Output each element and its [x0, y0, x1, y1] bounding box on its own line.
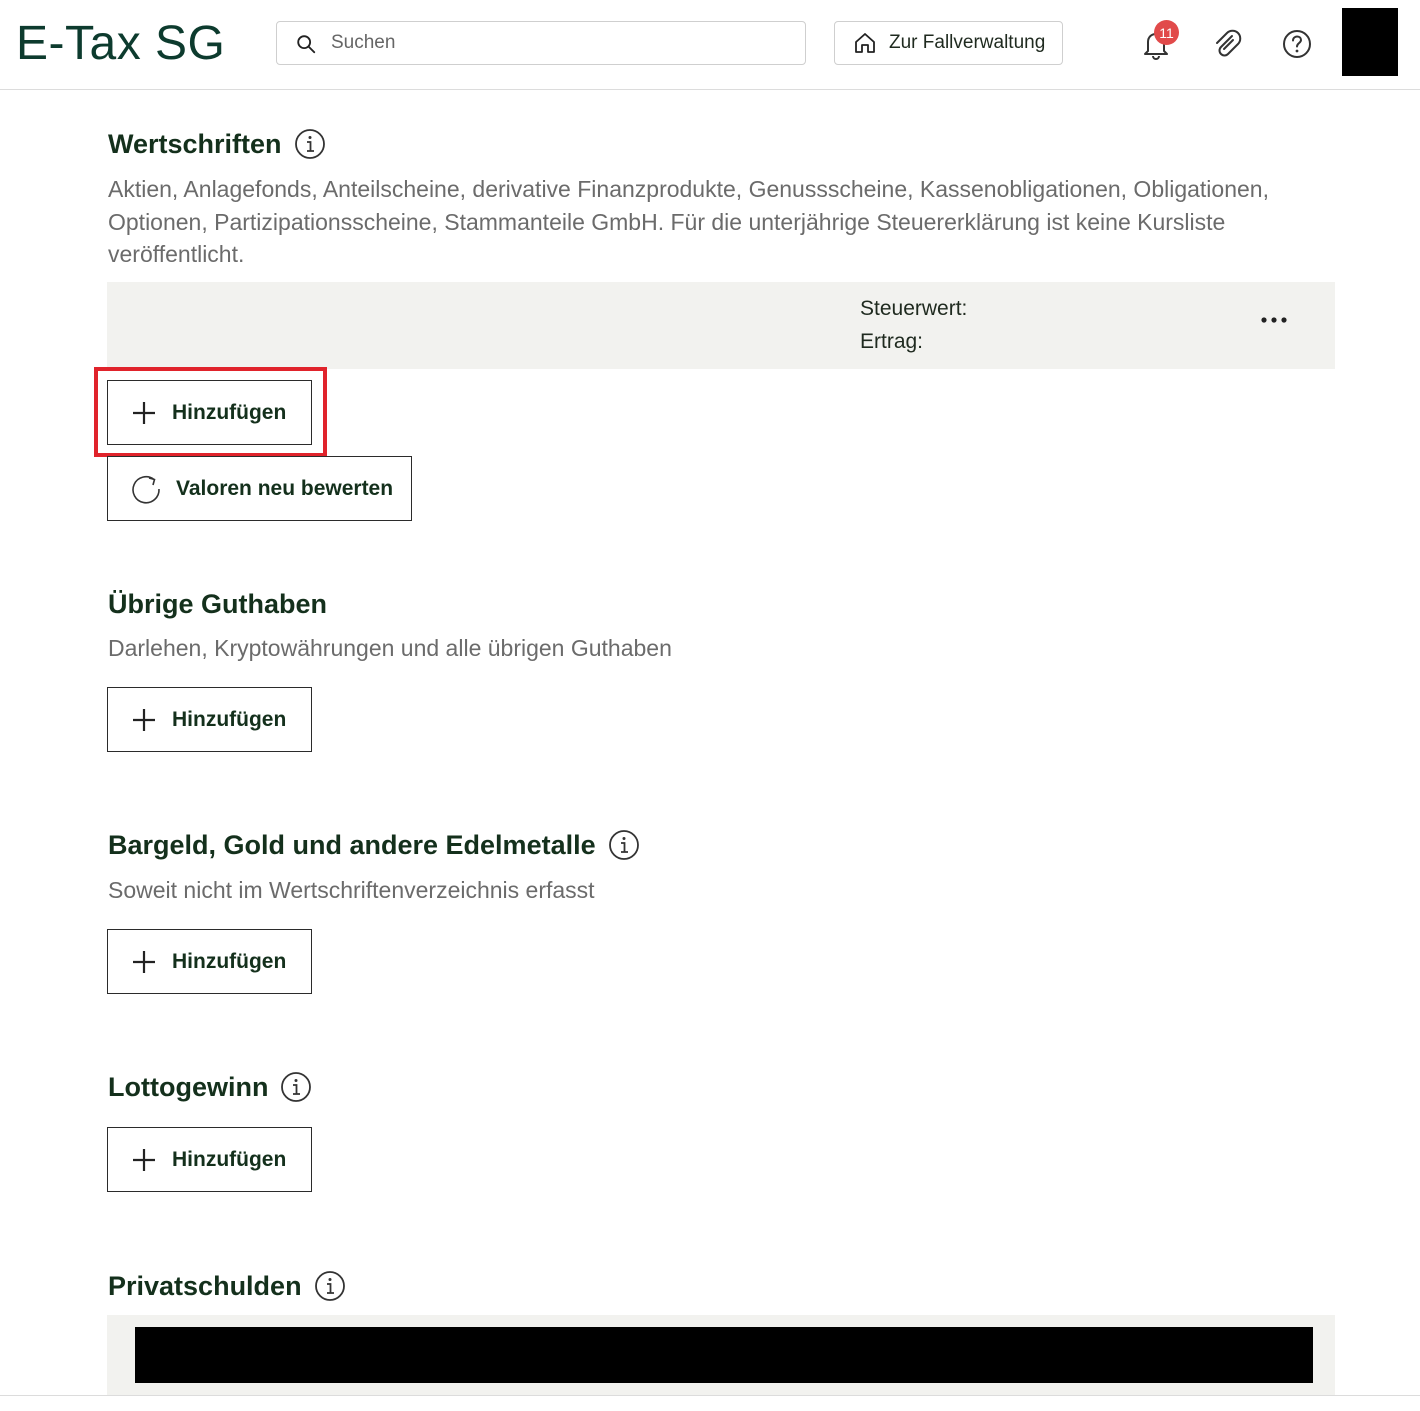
home-icon — [855, 33, 875, 53]
uebrige-guthaben-add-label: Hinzufügen — [172, 707, 287, 731]
more-options-icon[interactable] — [1257, 310, 1291, 330]
case-management-label: Zur Fallverwaltung — [889, 32, 1046, 53]
info-icon[interactable] — [314, 1270, 346, 1302]
privatschulden-summary-row — [107, 1315, 1335, 1395]
attachments-button[interactable] — [1207, 24, 1247, 64]
case-management-button[interactable]: Zur Fallverwaltung — [834, 21, 1063, 65]
bargeld-add-label: Hinzufügen — [172, 949, 287, 973]
revalue-button[interactable]: Valoren neu bewerten — [107, 456, 412, 521]
paperclip-icon — [1216, 29, 1242, 57]
notification-count-badge: 11 — [1154, 20, 1179, 45]
uebrige-guthaben-heading: Übrige Guthaben — [108, 586, 327, 622]
search-box[interactable] — [276, 21, 806, 65]
search-input[interactable] — [331, 28, 791, 58]
wertschriften-title: Wertschriften — [108, 128, 282, 159]
lottogewinn-add-button[interactable]: Hinzufügen — [107, 1127, 312, 1192]
wertschriften-description: Aktien, Anlagefonds, Anteilscheine, deri… — [108, 176, 1269, 267]
lottogewinn-add-label: Hinzufügen — [172, 1147, 287, 1171]
lottogewinn-heading: Lottogewinn — [108, 1069, 312, 1105]
uebrige-guthaben-description: Darlehen, Kryptowährungen und alle übrig… — [108, 635, 672, 661]
lottogewinn-title: Lottogewinn — [108, 1071, 269, 1102]
app-logo[interactable]: E-Tax SG — [16, 16, 225, 72]
uebrige-guthaben-title: Übrige Guthaben — [108, 588, 328, 619]
redacted-block — [135, 1327, 1313, 1383]
info-icon[interactable] — [294, 128, 326, 160]
info-icon[interactable] — [608, 829, 640, 861]
bargeld-title: Bargeld, Gold und andere Edelmetalle — [108, 829, 596, 860]
bargeld-heading: Bargeld, Gold und andere Edelmetalle — [108, 827, 640, 863]
user-avatar[interactable] — [1342, 8, 1398, 76]
plus-icon — [133, 708, 155, 731]
plus-icon — [133, 1148, 155, 1171]
highlight-box — [94, 367, 327, 457]
uebrige-guthaben-add-button[interactable]: Hinzufügen — [107, 687, 312, 752]
privatschulden-title: Privatschulden — [108, 1270, 302, 1301]
revalue-label: Valoren neu bewerten — [176, 476, 394, 500]
info-icon[interactable] — [280, 1071, 312, 1103]
privatschulden-heading: Privatschulden — [108, 1268, 346, 1304]
refresh-icon — [132, 475, 160, 504]
search-icon — [297, 35, 316, 54]
steuerwert-label: Steuerwert: — [860, 297, 968, 320]
ertrag-label: Ertrag: — [860, 330, 924, 353]
app-header: E-Tax SG Zur Fallverwaltung 11 — [0, 0, 1420, 90]
help-icon — [1283, 30, 1311, 58]
plus-icon — [133, 950, 155, 973]
wertschriften-heading: Wertschriften — [108, 126, 326, 162]
wertschriften-summary-row: Steuerwert: Ertrag: — [107, 282, 1335, 369]
bargeld-description: Soweit nicht im Wertschriftenverzeichnis… — [108, 877, 595, 903]
bottom-divider — [0, 1395, 1420, 1396]
help-button[interactable] — [1277, 24, 1317, 64]
bargeld-add-button[interactable]: Hinzufügen — [107, 929, 312, 994]
